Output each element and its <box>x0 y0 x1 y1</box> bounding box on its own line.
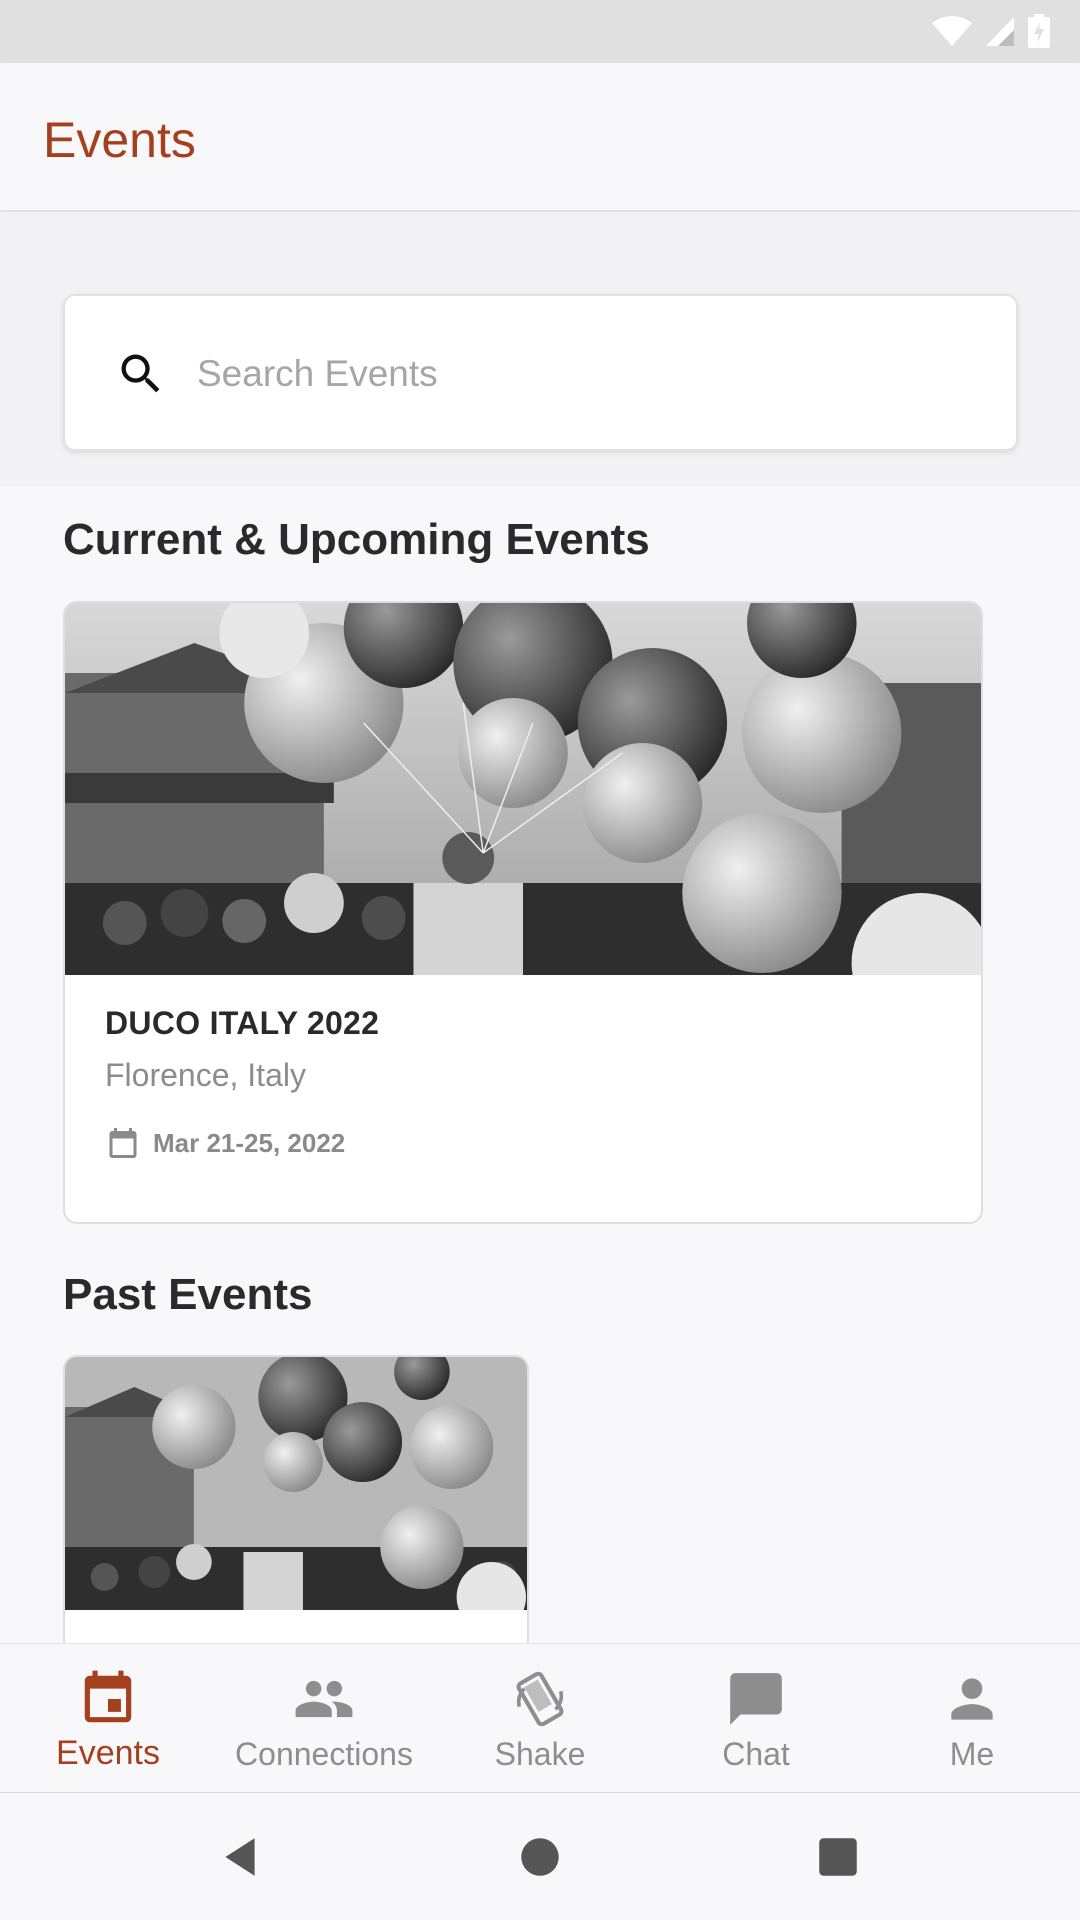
nav-item-events[interactable]: Events <box>0 1644 216 1792</box>
status-bar <box>0 0 1080 63</box>
nav-label-connections: Connections <box>235 1736 413 1772</box>
section-title-current: Current & Upcoming Events <box>63 515 650 564</box>
nav-label-chat: Chat <box>722 1736 790 1772</box>
bottom-navigation: Events Connections Shake Chat Me <box>0 1643 1080 1793</box>
home-icon[interactable] <box>515 1832 565 1882</box>
search-box[interactable] <box>63 294 1018 451</box>
wifi-icon <box>932 16 972 46</box>
nav-label-me: Me <box>949 1736 995 1772</box>
event-location: Florence, Italy <box>105 1057 306 1093</box>
event-image <box>65 603 981 975</box>
status-icons <box>932 14 1050 48</box>
app-bar: Events <box>0 63 1080 211</box>
nav-item-shake[interactable]: Shake <box>432 1644 648 1792</box>
nav-item-connections[interactable]: Connections <box>216 1644 432 1792</box>
event-name: DUCO ITALY 2022 <box>105 1005 380 1041</box>
event-card[interactable]: DUCO ITALY 2022 Florence, Italy Mar 21-2… <box>63 601 983 1224</box>
nav-item-me[interactable]: Me <box>864 1644 1080 1792</box>
person-icon <box>951 1678 993 1720</box>
nav-item-chat[interactable]: Chat <box>648 1644 864 1792</box>
cell-signal-icon <box>986 17 1014 46</box>
shake-phone-icon <box>516 1671 564 1727</box>
nav-label-events: Events <box>56 1734 160 1772</box>
calendar-icon <box>84 1670 132 1723</box>
section-title-past: Past Events <box>63 1270 313 1319</box>
search-input[interactable] <box>197 336 977 412</box>
battery-icon <box>1028 14 1050 48</box>
calendar-icon <box>109 1128 137 1158</box>
event-date-row: Mar 21-25, 2022 <box>105 1125 345 1161</box>
system-navigation-bar <box>0 1794 1080 1920</box>
event-date: Mar 21-25, 2022 <box>153 1127 346 1158</box>
past-event-card[interactable] <box>63 1355 529 1645</box>
recents-icon[interactable] <box>813 1832 863 1882</box>
search-section <box>0 212 1080 486</box>
back-icon[interactable] <box>215 1832 265 1882</box>
page-title: Events <box>43 112 196 168</box>
past-event-image <box>65 1357 527 1610</box>
event-card-body: DUCO ITALY 2022 Florence, Italy Mar 21-2… <box>65 975 981 1222</box>
nav-label-shake: Shake <box>494 1736 586 1772</box>
search-icon <box>121 354 160 393</box>
chat-bubble-icon <box>730 1673 782 1725</box>
people-icon <box>295 1680 353 1718</box>
